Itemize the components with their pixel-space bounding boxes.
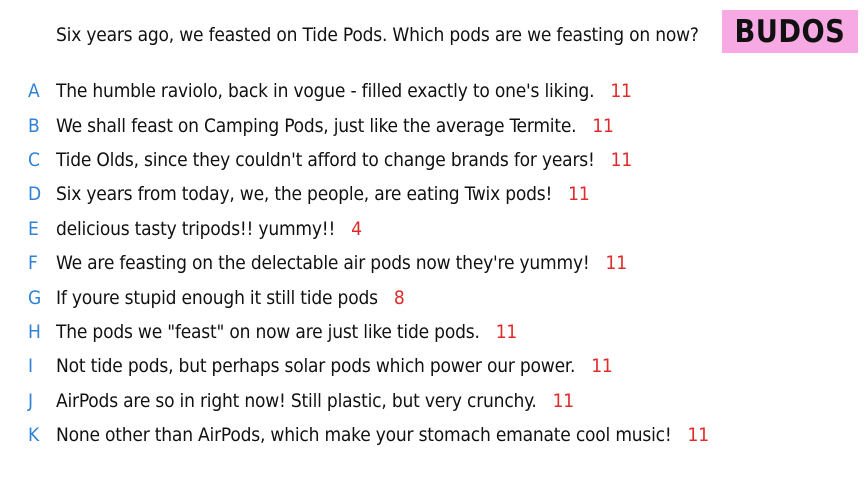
answer-text: The pods we "feast" on now are just like… (56, 320, 480, 343)
answer-row-e[interactable]: E delicious tasty tripods!! yummy!! 4 (0, 212, 864, 246)
answer-row-h[interactable]: H The pods we "feast" on now are just li… (0, 315, 864, 349)
answer-row-b[interactable]: B We shall feast on Camping Pods, just l… (0, 108, 864, 142)
answer-letter: B (28, 114, 40, 137)
answer-letter: C (28, 148, 40, 171)
budos-logo: BUDOS (722, 10, 858, 53)
answer-score: 11 (568, 183, 590, 206)
answer-text: None other than AirPods, which make your… (56, 424, 672, 447)
answer-letter: F (28, 252, 38, 275)
answer-score: 4 (351, 217, 362, 240)
answer-letter: J (28, 389, 34, 412)
answer-score: 8 (393, 286, 405, 309)
answer-score: 11 (591, 355, 613, 378)
answer-text: Tide Olds, since they couldn't afford to… (56, 148, 595, 171)
answer-text: Not tide pods, but perhaps solar pods wh… (56, 355, 576, 378)
answer-score: 11 (495, 320, 518, 343)
answer-letter: H (28, 320, 41, 343)
answer-text: The humble raviolo, back in vogue - fill… (56, 80, 595, 103)
answer-text: delicious tasty tripods!! yummy!! (56, 217, 336, 240)
answer-text: Six years from today, we, the people, ar… (56, 183, 553, 206)
answer-text: If youre stupid enough it still tide pod… (56, 286, 378, 309)
answer-text: AirPods are so in right now! Still plast… (56, 389, 537, 412)
answer-letter: E (28, 217, 39, 240)
answer-letter: G (28, 286, 42, 309)
answer-text: We shall feast on Camping Pods, just lik… (56, 114, 577, 137)
answer-row-d[interactable]: D Six years from today, we, the people, … (0, 177, 864, 211)
answer-letter: D (28, 183, 42, 206)
answer-row-g[interactable]: G If youre stupid enough it still tide p… (0, 280, 864, 314)
answer-letter: K (28, 424, 40, 447)
answer-row-f[interactable]: F We are feasting on the delectable air … (0, 246, 864, 280)
answer-score: 11 (610, 148, 633, 171)
answer-row-a[interactable]: A The humble raviolo, back in vogue - fi… (0, 74, 864, 108)
answer-letter: I (28, 355, 34, 378)
answer-letter: A (28, 80, 40, 103)
answer-score: 11 (552, 389, 575, 412)
answer-row-c[interactable]: C Tide Olds, since they couldn't afford … (0, 143, 864, 177)
answer-score: 11 (610, 80, 632, 103)
question-prompt: Six years ago, we feasted on Tide Pods. … (56, 24, 699, 46)
answer-row-i[interactable]: I Not tide pods, but perhaps solar pods … (0, 349, 864, 383)
logo-text: BUDOS (734, 13, 846, 50)
answer-score: 11 (687, 424, 710, 447)
answer-row-j[interactable]: J AirPods are so in right now! Still pla… (0, 384, 864, 418)
answer-score: 11 (592, 114, 614, 137)
answer-text: We are feasting on the delectable air po… (56, 252, 590, 275)
answer-list: A The humble raviolo, back in vogue - fi… (0, 74, 864, 452)
answer-row-k[interactable]: K None other than AirPods, which make yo… (0, 418, 864, 452)
answer-score: 11 (605, 252, 628, 275)
